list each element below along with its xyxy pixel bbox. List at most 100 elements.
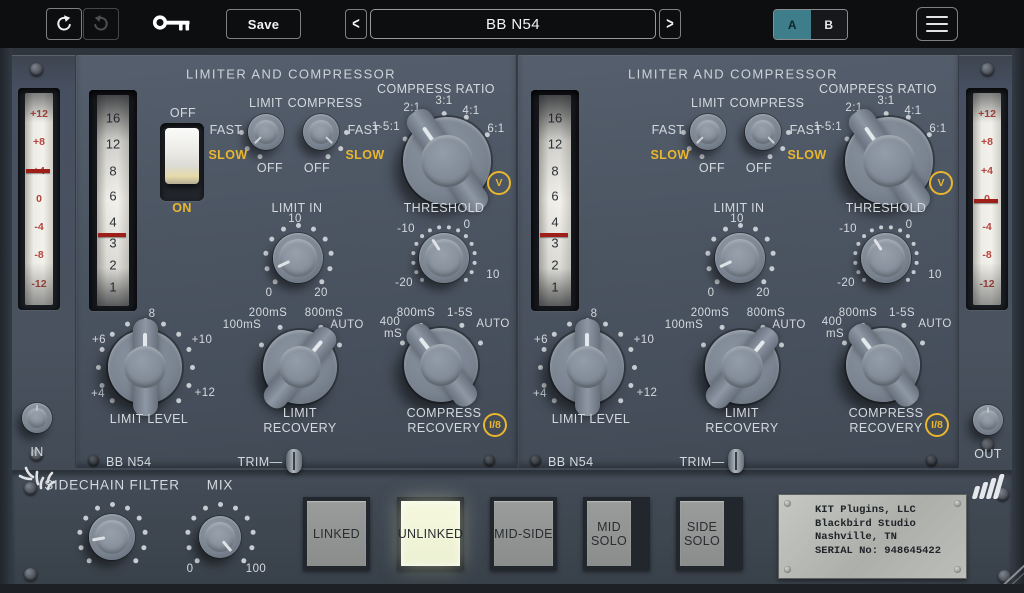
compress-knob-label: COMPRESS [730, 96, 805, 110]
threshold-knob[interactable] [861, 233, 911, 283]
limit-level-tick: 8 [591, 308, 598, 320]
limit-in-tick: 20 [314, 287, 328, 299]
plate-screw [784, 500, 791, 507]
compress-recovery-knob[interactable] [404, 328, 478, 402]
chevron-right-icon: > [666, 14, 673, 34]
vu-tick: -4 [34, 221, 43, 233]
input-gain-knob[interactable] [22, 403, 52, 433]
model-label: BB N54 [548, 455, 593, 469]
channel-right: LIMITER AND COMPRESSOR 16 12 8 6 4 3 2 1… [517, 55, 959, 468]
trim-slider[interactable] [728, 449, 744, 473]
compress-slow-label: SLOW [345, 148, 384, 162]
mid-solo-button[interactable]: MID SOLO [583, 497, 650, 570]
vu-meter-right: +12 +8 +4 0 -4 -8 -12 [966, 88, 1008, 310]
menu-button[interactable] [916, 7, 958, 41]
mid-side-button[interactable]: MID-SIDE [490, 497, 557, 570]
limit-level-knob[interactable] [108, 330, 182, 404]
compress-mode-knob[interactable] [303, 114, 339, 150]
meter-tick: 4 [551, 214, 558, 229]
redo-icon [91, 14, 111, 34]
undo-button[interactable] [46, 8, 82, 40]
limit-level-tick: +10 [192, 334, 213, 346]
preset-name-field[interactable]: BB N54 [370, 9, 656, 39]
vu-tick: 0 [36, 193, 42, 205]
license-key-icon[interactable] [152, 14, 194, 34]
mix-knob[interactable] [199, 516, 241, 558]
trim-label: TRIM— [679, 455, 724, 469]
compress-ratio-knob[interactable] [403, 117, 491, 205]
screw [24, 568, 37, 581]
vu-tick: -4 [982, 221, 991, 233]
compress-ratio-knob[interactable] [845, 117, 933, 205]
meter-tick: 3 [551, 235, 558, 250]
meter-tick: 3 [109, 235, 116, 250]
compress-recovery-tick: 800mS [839, 307, 877, 319]
compress-recovery-tick: mS [826, 328, 844, 340]
vu-tick: +12 [978, 108, 996, 120]
limit-mode-knob[interactable] [248, 114, 284, 150]
limit-level-tick: +12 [195, 387, 216, 399]
meter-needle [540, 233, 568, 237]
ratio-label: COMPRESS RATIO [377, 82, 495, 96]
ab-compare-switch[interactable]: A B [773, 9, 848, 40]
vu-tick: +12 [30, 108, 48, 120]
redo-button[interactable] [83, 8, 119, 40]
threshold-knob[interactable] [419, 233, 469, 283]
output-gain-knob[interactable] [973, 405, 1003, 435]
side-solo-button[interactable]: SIDE SOLO [676, 497, 743, 570]
output-label: OUT [974, 447, 1002, 461]
trim-slider[interactable] [286, 449, 302, 473]
limit-recovery-tick: 200mS [691, 307, 729, 319]
vu-tick: -8 [982, 249, 991, 261]
meter-tick: 1 [109, 280, 116, 295]
limit-in-knob[interactable] [273, 233, 323, 283]
ab-a-button[interactable]: A [774, 10, 811, 39]
limit-in-knob[interactable] [715, 233, 765, 283]
unlinked-button[interactable]: UNLINKED [397, 497, 464, 570]
save-button[interactable]: Save [226, 9, 301, 39]
plugin-window: Save < BB N54 > A B [0, 0, 1024, 593]
screw [484, 455, 495, 466]
screw [530, 455, 541, 466]
limit-fast-label: FAST [210, 123, 243, 137]
i8-badge: I/8 [925, 413, 949, 437]
vu-tick: +8 [981, 136, 993, 148]
preset-next-button[interactable]: > [659, 9, 681, 39]
power-off-label: OFF [170, 106, 196, 120]
vu-tick: -12 [31, 278, 46, 290]
kit-plugins-logo [972, 470, 1006, 500]
compress-mode-knob[interactable] [745, 114, 781, 150]
meter-tick: 16 [548, 111, 562, 126]
undo-icon [54, 14, 74, 34]
channel-title: LIMITER AND COMPRESSOR [628, 67, 838, 82]
limit-mode-knob[interactable] [690, 114, 726, 150]
threshold-tick: -20 [837, 277, 855, 289]
plate-screw [954, 500, 961, 507]
channel-title: LIMITER AND COMPRESSOR [186, 67, 396, 82]
limit-recovery-knob[interactable] [263, 330, 337, 404]
limit-level-knob[interactable] [550, 330, 624, 404]
mix-min-label: 0 [187, 563, 194, 575]
power-toggle[interactable] [160, 123, 204, 201]
sidechain-filter-knob[interactable] [89, 514, 135, 560]
vu-tick: -8 [34, 249, 43, 261]
toolbar: Save < BB N54 > A B [0, 0, 1024, 48]
hamburger-icon [926, 16, 948, 19]
model-label: BB N54 [106, 455, 151, 469]
preset-prev-button[interactable]: < [345, 9, 367, 39]
plate-line: Blackbird Studio [815, 518, 941, 532]
i8-badge: I/8 [483, 413, 507, 437]
ab-b-button[interactable]: B [811, 10, 848, 39]
trim-label: TRIM— [237, 455, 282, 469]
compress-recovery-label2: RECOVERY [407, 421, 480, 435]
gain-reduction-meter: 16 12 8 6 4 3 2 1 [89, 90, 137, 311]
compress-recovery-knob[interactable] [846, 328, 920, 402]
screw [926, 455, 937, 466]
linked-button[interactable]: LINKED [303, 497, 370, 570]
limit-recovery-label2: RECOVERY [263, 421, 336, 435]
limit-recovery-knob[interactable] [705, 330, 779, 404]
plate-screw [784, 566, 791, 573]
limit-recovery-tick: 100mS [665, 319, 703, 331]
ratio-tick: 1-5:1 [814, 121, 842, 133]
vu-tick: +8 [33, 136, 45, 148]
